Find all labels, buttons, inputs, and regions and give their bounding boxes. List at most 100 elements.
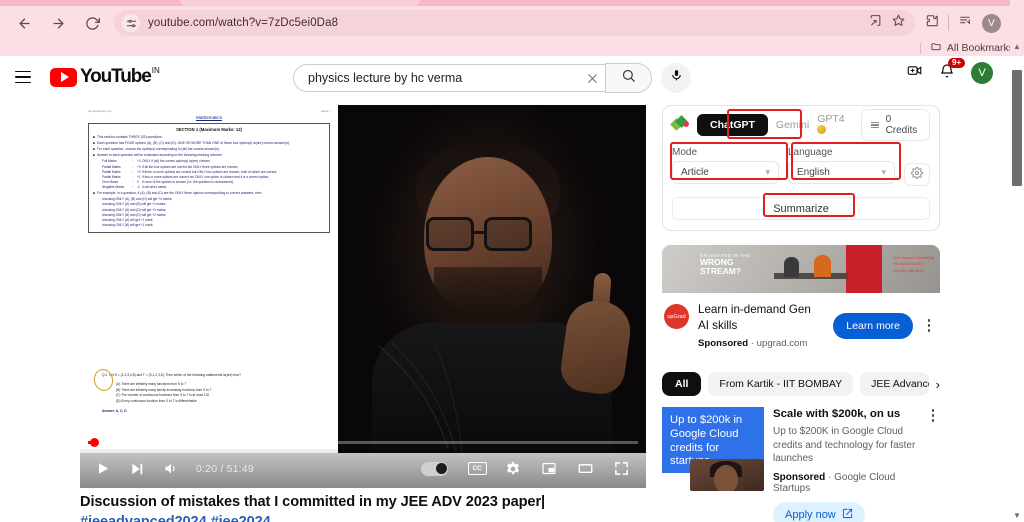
youtube-page: YouTube IN physics lecture by hc verma 9…	[0, 56, 1024, 522]
address-bar[interactable]: youtube.com/watch?v=7zDc5ei0Da8	[114, 10, 915, 36]
autoplay-toggle[interactable]	[421, 461, 448, 476]
summarizer-settings-button[interactable]	[904, 163, 930, 186]
slide-bullet: ■ Each question has FOUR options (A), (B)…	[93, 141, 290, 146]
theater-mode-icon[interactable]	[568, 452, 602, 486]
mode-select-group: Mode Article ▾	[672, 147, 779, 184]
search-input[interactable]: physics lecture by hc verma	[293, 64, 605, 92]
chevron-right-icon[interactable]: ›	[936, 377, 940, 392]
chevron-down-icon: ▾	[765, 167, 770, 177]
header-actions: 9+ V	[906, 57, 993, 84]
fullscreen-icon[interactable]	[604, 452, 638, 486]
ad-banner-contact: Free Career Counselling +91 806-879-2937…	[893, 255, 934, 274]
learn-more-button[interactable]: Learn more	[833, 312, 913, 339]
chevron-down-icon: ▾	[881, 167, 886, 177]
ad-thumbnail[interactable]: Up to $200k in Google Cloud credits for …	[662, 407, 764, 522]
premium-coin-icon	[817, 125, 827, 134]
question-options: (A) There are infinitely many functions …	[116, 382, 334, 404]
slide-header-right: PAPER 1	[320, 111, 330, 113]
notifications-button[interactable]: 9+	[939, 57, 966, 84]
chip-from-channel[interactable]: From Kartik - IIT BOMBAY	[708, 372, 854, 397]
language-value: English	[797, 167, 830, 178]
ad-text-block: Learn in-demand Gen AI skills Sponsored …	[698, 302, 816, 349]
extensions-puzzle-icon[interactable]	[925, 14, 939, 33]
tab-gemini[interactable]: Gemini	[776, 119, 809, 131]
progress-track[interactable]	[88, 437, 638, 447]
star-icon[interactable]	[892, 14, 905, 32]
video-player[interactable]: JEE (ADVANCED) 2023 PAPER 1 Mathematics …	[80, 105, 646, 488]
slide-bullet: ■ For example, in a question, if (A), (B)…	[93, 191, 262, 196]
play-icon[interactable]	[86, 452, 120, 486]
create-video-icon[interactable]	[906, 63, 923, 83]
summarizer-logo-icon	[670, 114, 689, 134]
ad-sponsored-line: Sponsored · upgrad.com	[698, 338, 808, 350]
kebab-menu-icon[interactable]	[926, 409, 940, 422]
presenter-glasses-right	[484, 217, 532, 251]
browser-profile-avatar[interactable]: V	[982, 13, 1001, 33]
slide-bullet-text: Answer to each question will be evaluate…	[97, 153, 223, 158]
chip-all[interactable]: All	[662, 372, 702, 397]
account-avatar[interactable]: V	[971, 62, 993, 84]
tab-gpt4[interactable]: GPT4	[817, 113, 852, 137]
miniplayer-icon[interactable]	[532, 452, 566, 486]
forward-arrow-icon[interactable]	[44, 9, 72, 37]
next-track-icon[interactable]	[120, 452, 154, 486]
search-magnifier-icon	[621, 68, 636, 88]
presenter-webcam-feed	[338, 105, 646, 453]
slide-examples: choosing ONLY (A), (B) and (D) will get …	[102, 197, 325, 228]
reading-list-icon[interactable]	[958, 14, 973, 32]
list-lines-icon	[870, 121, 879, 129]
back-arrow-icon[interactable]	[10, 9, 38, 37]
mode-value: Article	[681, 167, 709, 178]
search-submit-button[interactable]	[605, 63, 652, 93]
notifications-count-badge: 9+	[948, 57, 966, 69]
close-x-icon[interactable]	[579, 72, 605, 85]
summarizer-toolbar: ChatGPT Gemini GPT4 0 Credits	[670, 109, 930, 141]
scroll-down-arrow[interactable]: ▼	[1010, 509, 1024, 522]
page-scrollbar[interactable]: ▼	[1010, 56, 1024, 522]
voice-search-button[interactable]	[661, 63, 691, 93]
language-select[interactable]: English ▾	[788, 161, 895, 184]
scrollbar-thumb[interactable]	[1012, 70, 1022, 186]
bookmarks-bar: All Bookmarks	[0, 40, 1024, 56]
ad-banner-text: GRADUATED IN THE WRONG STREAM?	[700, 253, 750, 276]
credits-button[interactable]: 0 Credits	[860, 109, 930, 141]
gear-icon[interactable]	[496, 452, 530, 486]
ad-title[interactable]: Learn in-demand Gen AI skills	[698, 302, 816, 333]
progress-scrubber-handle[interactable]	[89, 437, 99, 447]
tab-chatgpt[interactable]: ChatGPT	[697, 114, 768, 136]
mode-label: Mode	[672, 147, 698, 158]
video-progress-bar[interactable]	[80, 433, 646, 449]
microphone-icon	[670, 69, 683, 87]
slide-header-left: JEE (ADVANCED) 2023	[88, 111, 112, 113]
kebab-menu-icon[interactable]	[922, 319, 936, 332]
video-hashtag-2[interactable]: #jee2024	[211, 514, 271, 522]
site-settings-icon[interactable]	[122, 14, 140, 32]
hamburger-menu-icon[interactable]	[10, 64, 36, 90]
sponsored-ad-upgrad[interactable]: GRADUATED IN THE WRONG STREAM? Free Care…	[662, 245, 940, 359]
question-option: (D) Every continuous function from S to …	[116, 398, 197, 403]
apply-now-label: Apply now	[785, 508, 836, 521]
chip-jee-advanced[interactable]: JEE Advanced	[860, 372, 929, 397]
sponsored-ad-google-cloud[interactable]: Up to $200k in Google Cloud credits for …	[662, 407, 940, 522]
search-area: physics lecture by hc verma	[293, 63, 691, 93]
browser-toolbar: youtube.com/watch?v=7zDc5ei0Da8 V	[0, 6, 1024, 40]
summarize-button[interactable]: Summarize	[672, 197, 930, 220]
reload-icon[interactable]	[78, 9, 106, 37]
slide-example-intro: For example, in a question, if (A), (B) …	[97, 191, 262, 196]
apply-now-button[interactable]: Apply now	[773, 501, 865, 522]
ad-title[interactable]: Scale with $200k, on us	[773, 407, 917, 422]
bell-icon	[939, 63, 955, 83]
marking-label: Negative Marks	[102, 185, 125, 190]
mode-select[interactable]: Article ▾	[672, 161, 779, 184]
search-input-value: physics lecture by hc verma	[308, 71, 463, 85]
filter-chips-row: All From Kartik - IIT BOMBAY JEE Advance…	[662, 372, 940, 397]
all-bookmarks-label[interactable]: All Bookmarks	[947, 42, 1014, 54]
video-hashtag-1[interactable]: #jeeadvanced2024	[80, 514, 207, 522]
scroll-up-arrow[interactable]: ▲	[1013, 42, 1021, 51]
advertiser-logo: upGrad	[664, 304, 689, 329]
volume-icon[interactable]	[154, 452, 188, 486]
share-tab-icon[interactable]	[869, 14, 882, 32]
youtube-logo[interactable]: YouTube IN	[50, 66, 160, 88]
slide-bullet-text: This section contains THREE (03) questio…	[97, 135, 163, 139]
captions-button[interactable]: CC	[460, 452, 494, 486]
